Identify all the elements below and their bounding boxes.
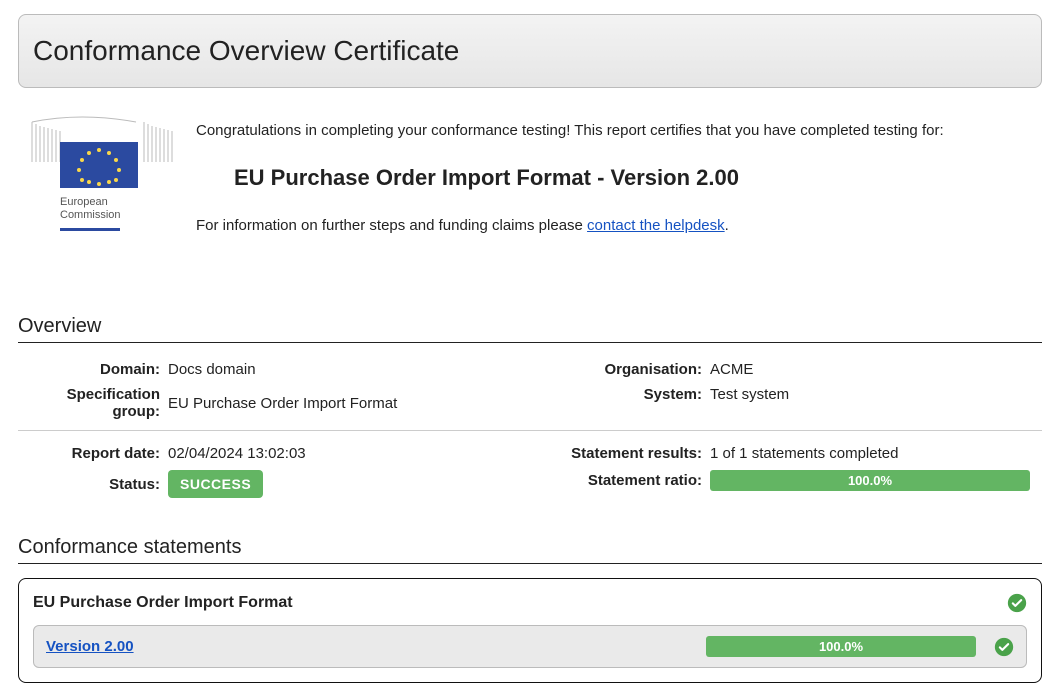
ec-logo-caption: European Commission xyxy=(60,196,176,222)
value-stmt-ratio: 100.0% xyxy=(710,470,1042,491)
ec-logo-svg xyxy=(26,112,176,192)
overview-rule-light xyxy=(18,430,1042,431)
value-spec-group: EU Purchase Order Import Format xyxy=(168,395,510,412)
statement-box: EU Purchase Order Import Format Version … xyxy=(18,578,1042,683)
ec-logo: European Commission xyxy=(26,112,176,231)
spec-title: EU Purchase Order Import Format - Versio… xyxy=(234,165,1042,191)
overview-heading: Overview xyxy=(18,315,1042,338)
page-title-text: Conformance Overview Certificate xyxy=(33,35,459,66)
label-report-date: Report date: xyxy=(18,445,168,462)
overview-left: Domain: Docs domain Specification group:… xyxy=(18,357,510,424)
statement-group-name: EU Purchase Order Import Format xyxy=(33,594,293,612)
value-domain: Docs domain xyxy=(168,361,510,378)
statement-row: Version 2.00 100.0% xyxy=(33,625,1027,668)
value-organisation: ACME xyxy=(710,361,1042,378)
footer-text: For information on further steps and fun… xyxy=(196,215,1042,238)
page-title: Conformance Overview Certificate xyxy=(18,14,1042,88)
value-status: SUCCESS xyxy=(168,470,510,498)
footer-text-pre: For information on further steps and fun… xyxy=(196,217,587,234)
overview-grid: Domain: Docs domain Specification group:… xyxy=(18,357,1042,424)
statement-progress: 100.0% xyxy=(706,636,976,657)
intro-text: Congratulations in completing your confo… xyxy=(196,120,1042,143)
logo-underline xyxy=(60,228,120,231)
check-circle-icon xyxy=(1007,593,1027,613)
value-system: Test system xyxy=(710,386,1042,403)
cs-rule xyxy=(18,563,1042,564)
logo-caption-line-1: European xyxy=(60,196,176,209)
label-system: System: xyxy=(550,386,710,403)
statement-version-link[interactable]: Version 2.00 xyxy=(46,638,694,655)
intro-text-block: Congratulations in completing your confo… xyxy=(196,112,1042,255)
contact-helpdesk-link[interactable]: contact the helpdesk xyxy=(587,217,725,234)
conformance-statements-section: Conformance statements EU Purchase Order… xyxy=(18,536,1042,683)
label-stmt-ratio: Statement ratio: xyxy=(550,472,710,489)
status-badge: SUCCESS xyxy=(168,470,263,498)
statement-header: EU Purchase Order Import Format xyxy=(33,593,1027,613)
overview-grid-2: Report date: 02/04/2024 13:02:03 Status:… xyxy=(18,441,1042,502)
overview-left-2: Report date: 02/04/2024 13:02:03 Status:… xyxy=(18,441,510,502)
overview-right-2: Statement results: 1 of 1 statements com… xyxy=(550,441,1042,502)
intro-section: European Commission Congratulations in c… xyxy=(26,112,1042,255)
value-report-date: 02/04/2024 13:02:03 xyxy=(168,445,510,462)
stmt-ratio-progress: 100.0% xyxy=(710,470,1030,491)
label-spec-group: Specification group: xyxy=(18,386,168,420)
overview-right: Organisation: ACME System: Test system xyxy=(550,357,1042,424)
overview-rule xyxy=(18,342,1042,343)
cs-heading: Conformance statements xyxy=(18,536,1042,559)
value-stmt-results: 1 of 1 statements completed xyxy=(710,445,1042,462)
label-status: Status: xyxy=(18,476,168,493)
label-stmt-results: Statement results: xyxy=(550,445,710,462)
label-domain: Domain: xyxy=(18,361,168,378)
label-organisation: Organisation: xyxy=(550,361,710,378)
logo-caption-line-2: Commission xyxy=(60,209,176,222)
check-circle-icon xyxy=(994,637,1014,657)
footer-text-post: . xyxy=(725,217,729,234)
